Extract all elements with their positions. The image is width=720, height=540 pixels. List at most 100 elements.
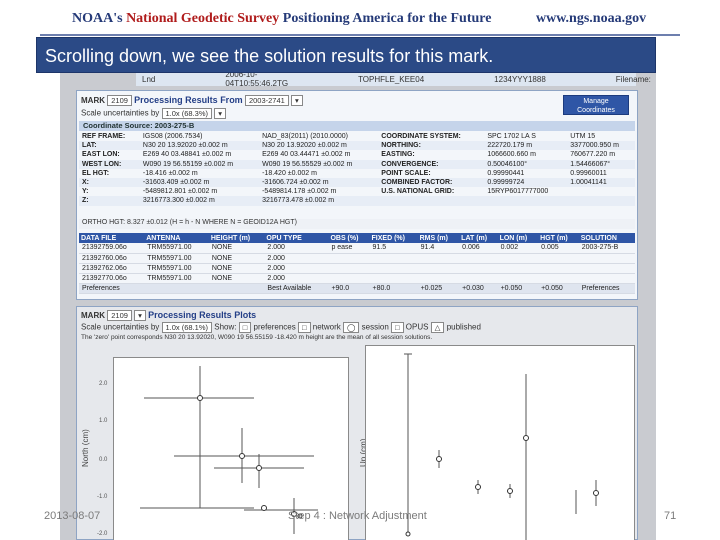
footer-cell: Best Available [264, 283, 329, 294]
table-cell [459, 253, 498, 264]
header-banner: NOAA's National Geodetic Survey Position… [0, 0, 720, 36]
table-row[interactable]: 21392762.06o TRM55971.00 NONE 2.000 [79, 263, 635, 274]
coordinate-cell: N30 20 13.92020 ±0.002 m [139, 141, 260, 151]
coordinate-cell: 760677.220 m [570, 151, 616, 159]
column-header[interactable]: SOLUTION [578, 233, 635, 243]
header-divider [40, 34, 680, 36]
table-row[interactable]: 21392760.06o TRM55971.00 NONE 2.000 [79, 253, 635, 264]
footer-cell[interactable]: Preferences [79, 283, 145, 294]
footer-cell: +0.030 [459, 283, 498, 294]
north-tick: 0.0 [99, 457, 108, 463]
table-cell [538, 253, 579, 264]
coordinate-cell [378, 196, 485, 206]
data-point [507, 488, 513, 494]
data-point [405, 531, 411, 537]
column-header[interactable]: ANTENNA [144, 233, 209, 243]
preferences-option: preferences [253, 322, 296, 332]
coordinate-cell: WEST LON: [79, 159, 140, 169]
table-cell [538, 273, 579, 284]
coordinate-cell: -5489812.801 ±0.002 m [142, 188, 218, 196]
data-point [256, 465, 262, 471]
data-point [239, 453, 245, 459]
table-row[interactable]: 21392759.06o TRM55971.00 NONE 2.000 p ease 91… [79, 243, 635, 254]
table-cell: 2.000 [264, 263, 329, 274]
coordinate-cell: 222720.179 m [484, 141, 568, 151]
coordinate-cell: UTM 15 [570, 133, 596, 141]
coordinate-cell [567, 187, 635, 196]
table-cell: 21392760.06o [79, 253, 145, 264]
table-cell: 2.000 [264, 253, 329, 264]
coordinate-cell [567, 196, 635, 206]
coordinate-cell [484, 196, 568, 206]
manage-coordinates-button[interactable]: Manage Coordinates [563, 95, 629, 115]
show-label: Show: [214, 322, 237, 332]
coordinate-cell: E269 40 03.44471 ±0.002 m [262, 151, 351, 159]
north-tick: -1.0 [97, 494, 108, 500]
chevron-down-icon[interactable]: ▾ [291, 95, 303, 107]
coordinate-cell: -18.416 ±0.002 m [142, 169, 198, 177]
coordinate-cell: IGS08 (2006.7534) [142, 133, 203, 141]
table-cell [578, 263, 635, 274]
column-header[interactable]: LAT (m) [459, 233, 498, 243]
plots-options-row: Scale uncertainties by 1.0x (68.1%) Show… [81, 322, 481, 333]
coordinate-cell: Z: [79, 196, 140, 206]
processing-select[interactable]: 2003-2741 [244, 95, 289, 107]
coordinate-cell: 0.99999724 [484, 177, 568, 188]
chevron-down-icon[interactable]: ▾ [134, 310, 146, 322]
footer-cell [144, 283, 209, 294]
plots-mark-row: MARK 2109 ▾ Processing Results Plots [81, 310, 256, 322]
chevron-down-icon[interactable]: ▾ [214, 108, 227, 119]
coordinate-cell: -18.420 ±0.002 m [262, 169, 317, 177]
north-tick: 2.0 [99, 381, 108, 387]
footer-cell[interactable]: Preferences [578, 283, 635, 294]
column-header[interactable]: RMS (m) [417, 233, 460, 243]
plots-mark-select[interactable]: 2109 [107, 310, 132, 322]
coordinate-row: Z: 3216773.300 ±0.002 m 3216773.478 ±0.002… [79, 196, 635, 206]
table-cell [497, 273, 539, 284]
table-cell: 2.000 [264, 273, 329, 284]
column-header[interactable]: DATA FILE [79, 233, 145, 243]
table-cell [578, 273, 635, 284]
network-checkbox[interactable]: □ [297, 322, 311, 333]
table-cell: TRM55971.00 [144, 243, 209, 254]
table-row[interactable]: 21392770.06o TRM55971.00 NONE 2.000 [79, 273, 635, 284]
preferences-checkbox[interactable]: □ [238, 322, 252, 333]
coordinate-table: REF FRAME: IGS08 (2006.7534) NAD_83(2011) … [79, 132, 635, 206]
table-cell [417, 273, 460, 284]
table-cell [538, 263, 579, 274]
coordinate-cell: Y: [82, 188, 89, 196]
coordinate-row: WEST LON: W090 19 56.55159 ±0.002 m W090 1… [79, 159, 635, 169]
footer-cell: +80.0 [369, 283, 418, 294]
opus-checkbox[interactable]: □ [391, 322, 404, 333]
published-checkbox[interactable]: △ [430, 322, 445, 333]
table-cell: 0.002 [497, 243, 539, 254]
scale-label: Scale uncertainties by [81, 108, 160, 118]
session-checkbox[interactable]: ◯ [343, 322, 360, 333]
plots-scale-select[interactable]: 1.0x (68.1%) [161, 322, 213, 333]
title-ngs: National Geodetic Survey [126, 11, 280, 26]
page-number: 71 [664, 510, 677, 522]
table-cell: TRM55971.00 [144, 253, 209, 264]
column-header[interactable]: LON (m) [497, 233, 539, 243]
strip-cell: Lnd [142, 74, 156, 84]
processing-plots-panel: MARK 2109 ▾ Processing Results Plots Sca… [76, 306, 638, 540]
coordinate-cell: X: [79, 177, 140, 188]
ortho-height: ORTHO HGT: 8.327 ±0.012 (H = h - N WHERE… [79, 219, 635, 229]
table-cell [328, 273, 370, 284]
column-header[interactable]: HEIGHT (m) [208, 233, 265, 243]
coordinate-cell: COORDINATE SYSTEM: [381, 133, 461, 141]
column-header[interactable]: OPU TYPE [264, 233, 329, 243]
top-info-strip: Lnd 2006-10-04T10:55:46.2TG TOPHFLE_KEE0… [136, 70, 651, 88]
mark-select[interactable]: 2109 [107, 95, 132, 107]
data-point [523, 435, 529, 441]
title-tagline: Positioning America for the Future [282, 11, 492, 26]
column-header[interactable]: HGT (m) [538, 233, 579, 243]
scale-select[interactable]: 1.0x (68.3%) [161, 108, 213, 119]
coordinate-row: EL HGT: -18.416 ±0.002 m -18.420 ±0.002 m P… [79, 169, 635, 178]
column-header[interactable]: OBS (%) [328, 233, 370, 243]
coordinate-cell: 1.54466067° [567, 159, 635, 169]
coordinate-cell: N30 20 13.92020 ±0.002 m [259, 141, 379, 151]
coordinate-cell: COMBINED FACTOR: [378, 177, 485, 188]
column-header[interactable]: FIXED (%) [369, 233, 418, 243]
network-option: network [312, 322, 341, 332]
